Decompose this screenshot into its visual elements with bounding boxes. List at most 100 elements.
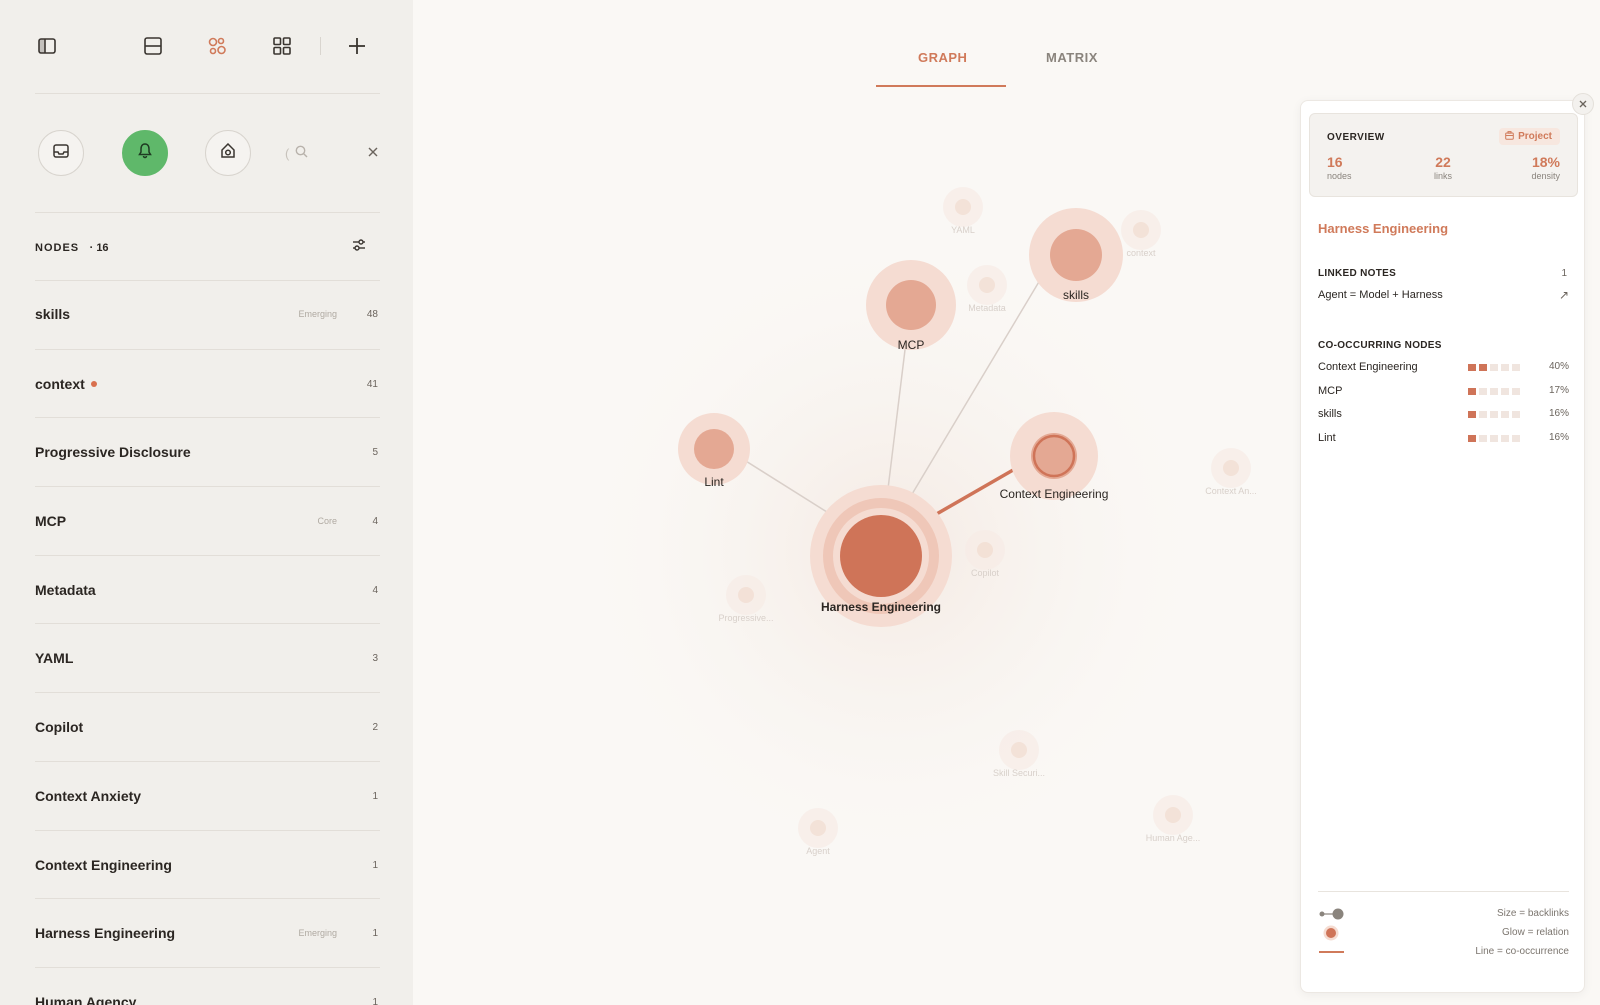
sidebar-toolbar — [35, 28, 380, 64]
nodes-header: NODES · 16 — [35, 238, 380, 256]
project-badge[interactable]: Project — [1499, 128, 1560, 145]
node-list-item[interactable]: Copilot 2 — [35, 692, 380, 761]
strength-segment — [1468, 387, 1476, 395]
search-input[interactable]: ( — [285, 146, 289, 161]
legend-size: Size = backlinks — [1318, 906, 1569, 922]
strength-bar — [1468, 434, 1520, 442]
stat-links-label: links — [1434, 171, 1453, 181]
node-count: 1 — [372, 928, 378, 940]
faded-graph-node[interactable]: Human Age... — [1146, 795, 1201, 843]
graph-label-lint: Lint — [704, 475, 724, 489]
faded-node-label: context — [1126, 248, 1156, 258]
active-tab-indicator — [876, 85, 1006, 87]
co-occurring-item[interactable]: skills 16% — [1318, 408, 1569, 424]
overview-title: OVERVIEW — [1327, 132, 1385, 143]
faded-node-label: Progressive... — [718, 613, 773, 623]
linked-note-item[interactable]: Agent = Model + Harness ↗ — [1318, 288, 1569, 302]
node-count: 3 — [372, 653, 378, 665]
faded-graph-node[interactable]: Metadata — [967, 265, 1007, 313]
linked-notes-label: LINKED NOTES — [1318, 268, 1397, 279]
tab-matrix[interactable]: MATRIX — [1046, 50, 1098, 65]
details-panel: OVERVIEW Project 16 nodes 22 links 18% d… — [1300, 100, 1585, 993]
faded-node-label: YAML — [951, 225, 975, 235]
co-occurring-item[interactable]: Context Engineering 40% — [1318, 361, 1569, 377]
close-icon — [1579, 95, 1587, 113]
node-list-item[interactable]: Human Agency 1 — [35, 966, 380, 1005]
node-list: skills Emerging 48 context 41 Progressive Dis… — [35, 280, 380, 1005]
linked-notes-count: 1 — [1561, 268, 1567, 279]
layout-split-icon[interactable] — [141, 34, 165, 58]
stat-density-label: density — [1531, 171, 1560, 181]
stat-density-value: 18% — [1531, 154, 1560, 170]
graph-node-skills[interactable]: skills — [1029, 208, 1123, 302]
node-list-item[interactable]: Context Engineering 1 — [35, 829, 380, 899]
faded-graph-node[interactable]: context — [1121, 210, 1161, 258]
node-list-item[interactable]: YAML 3 — [35, 623, 380, 692]
stat-density: 18% density — [1531, 154, 1560, 181]
project-icon — [1505, 130, 1514, 143]
tab-graph[interactable]: GRAPH — [918, 50, 967, 65]
view-tabs: GRAPH MATRIX — [876, 40, 1136, 88]
strength-segment — [1468, 364, 1476, 371]
panel-close-button[interactable] — [1572, 93, 1594, 115]
node-list-item[interactable]: Harness Engineering Emerging 1 — [35, 898, 380, 967]
node-tag: Emerging — [298, 928, 337, 939]
inbox-icon — [53, 143, 69, 163]
node-count: 2 — [372, 722, 378, 734]
notifications-button[interactable] — [122, 130, 168, 176]
node-count: 1 — [372, 790, 378, 802]
faded-graph-node[interactable]: Copilot — [965, 530, 1005, 578]
node-name: Context Anxiety — [35, 787, 142, 804]
faded-node-label: Metadata — [968, 303, 1006, 313]
co-occurring-item[interactable]: Lint 16% — [1318, 432, 1569, 448]
graph-view-icon[interactable] — [205, 34, 229, 58]
co-node-pct: 17% — [1548, 384, 1569, 396]
node-count: 5 — [372, 447, 378, 459]
co-occurring-item[interactable]: MCP 17% — [1318, 385, 1569, 401]
node-tag: Emerging — [298, 309, 337, 319]
node-list-item[interactable]: context 41 — [35, 348, 380, 418]
strength-segment — [1512, 364, 1520, 371]
strength-segment — [1479, 434, 1487, 442]
divider — [35, 212, 380, 213]
graph-label-context-engineering: Context Engineering — [1000, 487, 1109, 501]
node-list-item[interactable]: Progressive Disclosure 5 — [35, 417, 380, 486]
legend-glow: Glow = relation — [1318, 925, 1569, 941]
external-link-icon[interactable]: ↗ — [1559, 288, 1569, 302]
inbox-button[interactable] — [38, 130, 84, 176]
strength-segment — [1501, 387, 1509, 395]
stat-links-value: 22 — [1435, 154, 1451, 170]
close-icon[interactable] — [363, 142, 383, 162]
plus-icon[interactable] — [345, 34, 369, 58]
legend-line: Line = co-occurrence — [1318, 944, 1569, 960]
faded-graph-node[interactable]: Context An... — [1205, 448, 1257, 496]
co-node-pct: 16% — [1548, 408, 1569, 419]
node-count: 1 — [372, 859, 378, 871]
strength-segment — [1479, 387, 1487, 395]
stat-nodes-label: nodes — [1327, 171, 1352, 181]
graph-canvas[interactable]: YAML Metadata context Context An... Progress… — [413, 90, 1303, 1005]
node-list-item[interactable]: Metadata 4 — [35, 554, 380, 624]
node-count: 4 — [372, 516, 378, 528]
strength-segment — [1490, 411, 1498, 418]
co-node-pct: 16% — [1548, 431, 1569, 443]
size-legend-icon — [1319, 908, 1344, 920]
node-list-item[interactable]: MCP Core 4 — [35, 486, 380, 555]
toolbar-divider — [320, 37, 321, 55]
sidebar-toggle-icon[interactable] — [35, 34, 59, 58]
node-list-item[interactable]: skills Emerging 48 — [35, 280, 380, 349]
overview-card: OVERVIEW Project 16 nodes 22 links 18% d… — [1309, 113, 1578, 197]
faded-node-label: Agent — [806, 846, 830, 856]
tag-button[interactable] — [205, 130, 251, 176]
graph-label-skills: skills — [1063, 288, 1089, 302]
filter-sliders-icon[interactable] — [352, 238, 368, 254]
grid-view-icon[interactable] — [270, 34, 294, 58]
search-field[interactable]: ( — [285, 130, 345, 176]
strength-segment — [1512, 411, 1520, 418]
graph-node-harness-engineering[interactable]: Harness Engineering — [810, 485, 952, 627]
project-badge-label: Project — [1518, 131, 1552, 142]
faded-node-label: Context An... — [1205, 486, 1257, 496]
node-list-item[interactable]: Context Anxiety 1 — [35, 760, 380, 830]
strength-segment — [1479, 411, 1487, 418]
strength-segment — [1490, 387, 1498, 395]
